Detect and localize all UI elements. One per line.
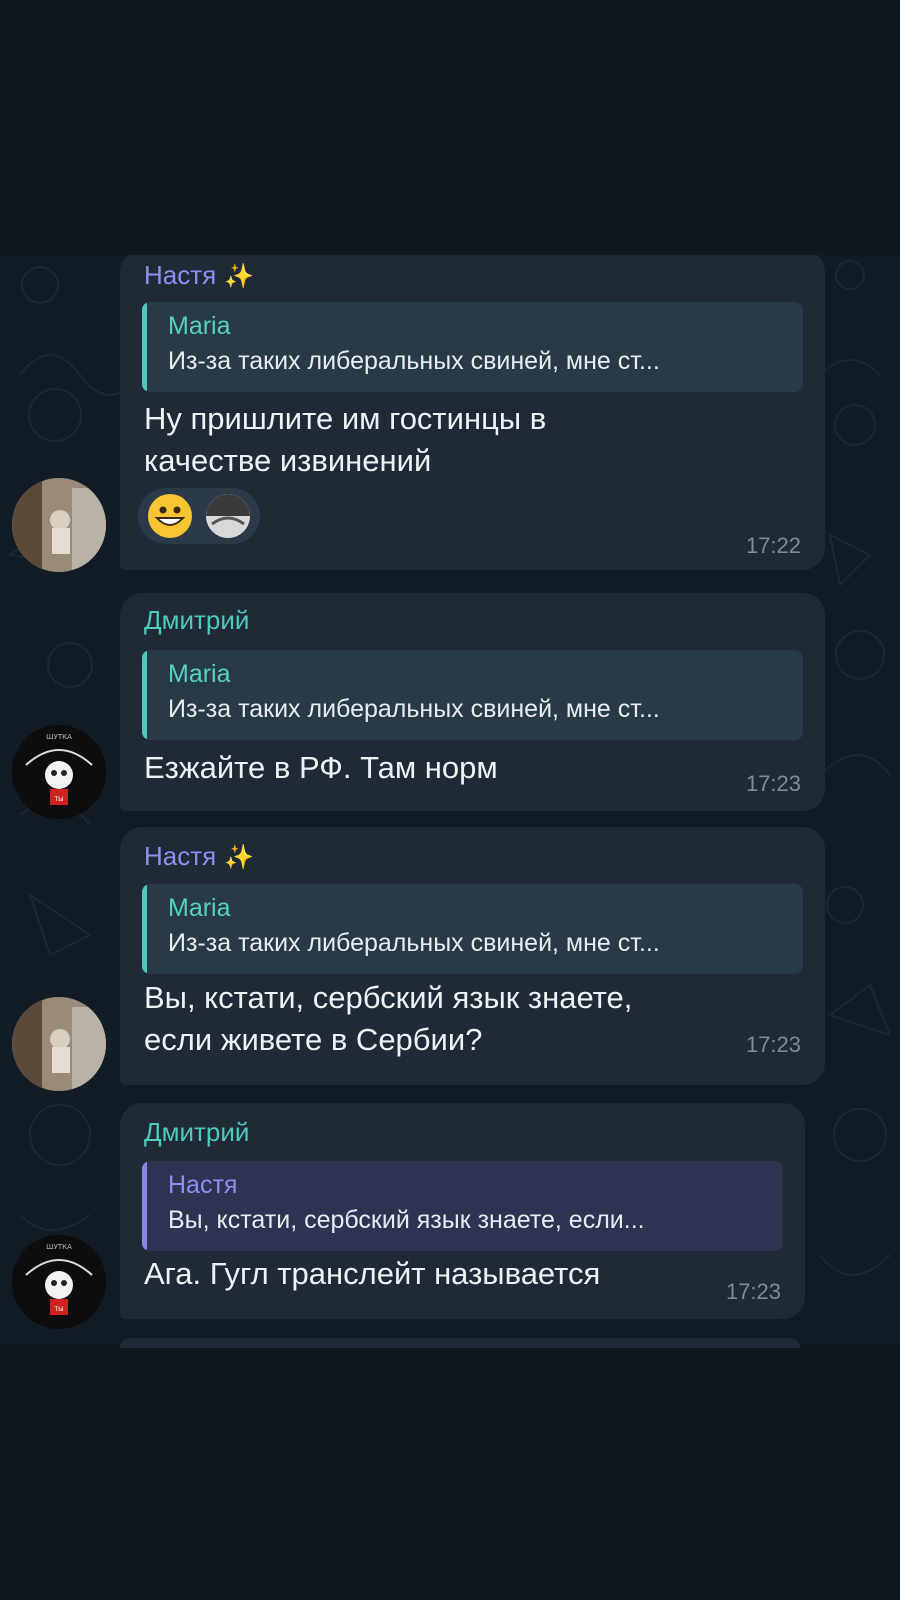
reaction-user-avatar[interactable] (206, 494, 250, 538)
sparkles-icon: ✨ (224, 263, 255, 290)
reply-quote[interactable]: Настя Вы, кстати, сербский язык знаете, … (142, 1161, 783, 1251)
reply-quote[interactable]: Maria Из-за таких либеральных свиней, мн… (142, 650, 803, 740)
message-time: 17:23 (745, 771, 801, 796)
message-text: Ну пришлите им гостинцы в качестве извин… (144, 401, 547, 478)
message-time: 17:23 (725, 1279, 781, 1304)
sender-name[interactable]: Настя ✨ (144, 260, 254, 291)
message-bubble[interactable]: Настя ✨ Maria Из-за таких либеральных сви… (120, 255, 825, 570)
avatar-cartoon-icon: ШУТКА ТЫ (12, 725, 106, 819)
next-message-bubble-edge (120, 1338, 800, 1348)
avatar-dmitry[interactable]: ШУТКА ТЫ (12, 725, 106, 819)
reply-text: Вы, кстати, сербский язык знаете, если..… (168, 1206, 645, 1234)
reply-text: Из-за таких либеральных свиней, мне ст..… (168, 695, 660, 723)
reply-author: Настя (168, 1171, 238, 1199)
avatar-photo-icon (12, 478, 106, 572)
reply-quote[interactable]: Maria Из-за таких либеральных свиней, мн… (142, 302, 803, 392)
message-text: Ага. Гугл транслейт называется (144, 1256, 601, 1291)
reply-quote[interactable]: Maria Из-за таких либеральных свиней, мн… (142, 884, 803, 974)
avatar-photo-icon (12, 997, 106, 1091)
message-bubble[interactable]: Дмитрий Maria Из-за таких либеральных св… (120, 593, 825, 811)
reply-text: Из-за таких либеральных свиней, мне ст..… (168, 929, 660, 957)
sender-name[interactable]: Настя ✨ (144, 841, 254, 872)
sender-name[interactable]: Дмитрий (144, 1117, 249, 1148)
message-time: 17:23 (745, 1032, 801, 1057)
avatar-cartoon-icon: ШУТКА ТЫ (12, 1235, 106, 1329)
svg-text:ШУТКА: ШУТКА (46, 1243, 72, 1251)
avatar-dmitry[interactable]: ШУТКА ТЫ (12, 1235, 106, 1329)
reply-author: Maria (168, 660, 231, 688)
sparkles-icon: ✨ (224, 844, 255, 871)
reply-author: Maria (168, 312, 231, 340)
message-text: Езжайте в РФ. Там норм (144, 750, 498, 785)
message-time: 17:22 (745, 533, 801, 558)
avatar-nastya[interactable] (12, 478, 106, 572)
chat-area[interactable]: Настя ✨ Maria Из-за таких либеральных сви… (0, 255, 900, 1345)
svg-text:ТЫ: ТЫ (54, 796, 64, 803)
reply-author: Maria (168, 894, 231, 922)
grinning-face-emoji[interactable] (148, 494, 192, 538)
svg-text:ТЫ: ТЫ (54, 1306, 64, 1313)
reactions-bar[interactable] (138, 488, 260, 544)
message-bubble[interactable]: Настя ✨ Maria Из-за таких либеральных сви… (120, 827, 825, 1085)
sender-name[interactable]: Дмитрий (144, 605, 249, 636)
message-text: Вы, кстати, сербский язык знаете, если ж… (144, 980, 633, 1057)
svg-text:ШУТКА: ШУТКА (46, 733, 72, 741)
reply-text: Из-за таких либеральных свиней, мне ст..… (168, 347, 660, 375)
message-bubble[interactable]: Дмитрий Настя Вы, кстати, сербский язык … (120, 1103, 805, 1319)
avatar-nastya[interactable] (12, 997, 106, 1091)
